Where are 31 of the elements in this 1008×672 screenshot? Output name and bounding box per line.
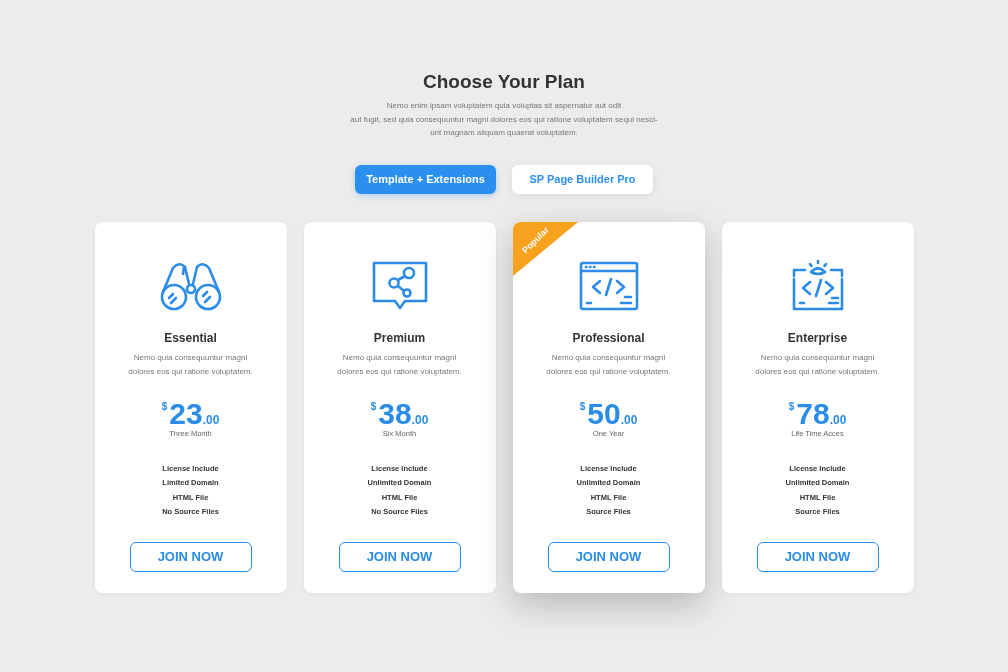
plan-description: Nemo quia consequuntur magni dolores eos qui ratione voluptatem. <box>337 351 462 378</box>
currency-symbol: $ <box>161 401 168 412</box>
price-cents: .00 <box>620 413 638 426</box>
page-description: Nemo enim ipsam voluptatem quia voluptas sit aspernatur aut odit aut fugit, sed quia consequuntur magni dolores eos qui ratione voluptatem sequi nesci- unt magnam aliquam quaerat voluptatem. <box>350 100 658 139</box>
code-window-icon <box>577 259 640 312</box>
price-cents: .00 <box>202 413 220 426</box>
price-amount: 23 <box>169 398 203 429</box>
price-cents: .00 <box>829 413 847 426</box>
plan-description: Nemo quia consequuntur magni dolores eos qui ratione voluptatem. <box>546 351 671 378</box>
page-title: Choose Your Plan <box>423 70 585 94</box>
plan-name: Professional <box>572 329 645 346</box>
price-amount: 50 <box>587 398 621 429</box>
price-amount: 38 <box>378 398 412 429</box>
plan-type-tab[interactable]: SP Page Builder Pro <box>512 164 653 194</box>
join-now-button[interactable]: JOIN NOW <box>338 541 461 572</box>
price-cents: .00 <box>411 413 429 426</box>
price-amount: 78 <box>796 398 830 429</box>
currency-symbol: $ <box>370 401 377 412</box>
corner-ribbon <box>512 221 578 276</box>
plan-type-tab[interactable]: Template + Extensions <box>355 164 496 194</box>
join-now-button[interactable]: JOIN NOW <box>129 541 252 572</box>
plan-name: Enterprise <box>787 329 848 346</box>
plan-name: Essential <box>164 329 217 346</box>
join-now-button[interactable]: JOIN NOW <box>756 541 879 572</box>
plan-name: Premium <box>373 329 426 346</box>
code-eye-icon <box>790 259 845 312</box>
currency-symbol: $ <box>579 401 586 412</box>
plan-description: Nemo quia consequuntur magni dolores eos qui ratione voluptatem. <box>128 351 253 378</box>
currency-symbol: $ <box>788 401 795 412</box>
plan-description: Nemo quia consequuntur magni dolores eos qui ratione voluptatem. <box>755 351 880 378</box>
join-now-button[interactable]: JOIN NOW <box>547 541 670 572</box>
